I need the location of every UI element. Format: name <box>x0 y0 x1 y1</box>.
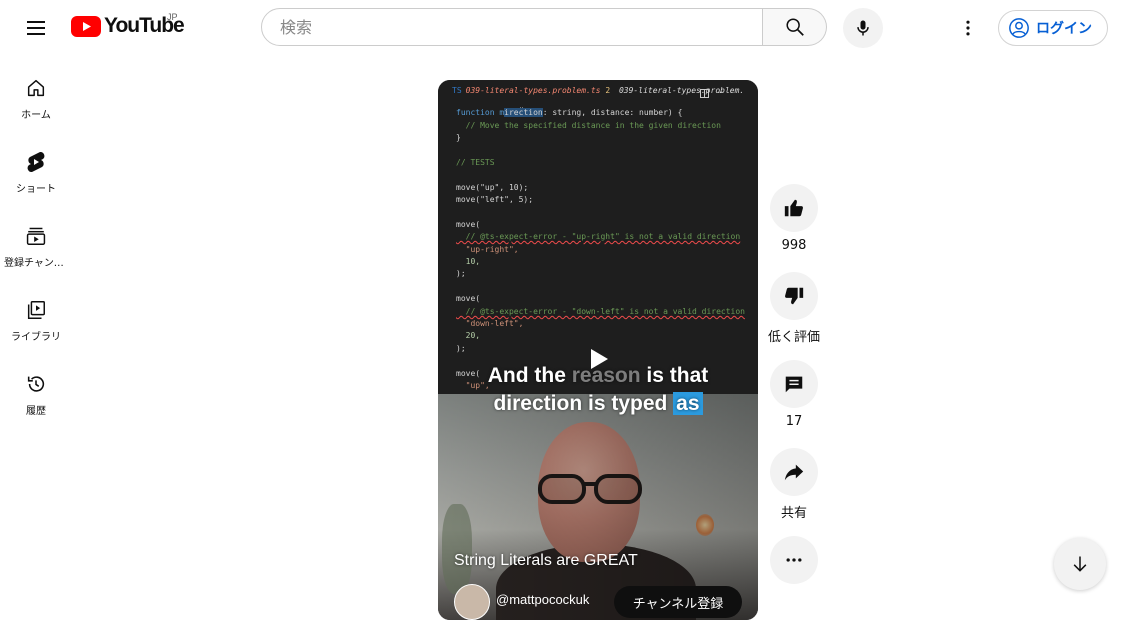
share-button[interactable] <box>770 448 818 496</box>
logo-region-code: JP <box>167 12 178 22</box>
thumbs-up-icon <box>784 199 803 217</box>
voice-search-button[interactable] <box>843 8 883 48</box>
split-editor-icon <box>700 89 709 98</box>
next-video-button[interactable] <box>1054 538 1106 590</box>
like-button[interactable] <box>770 184 818 232</box>
editor-tab-count: 2 <box>605 86 611 95</box>
library-icon <box>27 301 45 319</box>
code-line: move("left", 5); <box>456 195 534 204</box>
short-title[interactable]: String Literals are GREAT <box>454 552 638 570</box>
editor-more-icon: … <box>718 86 723 95</box>
sidebar-item-label: ホーム <box>21 110 51 121</box>
shorts-video-player[interactable]: TS 039-literal-types.problem.ts 2 039-lit… <box>438 80 758 620</box>
typescript-icon: TS <box>452 86 462 95</box>
dislike-action: 低く評価 <box>768 272 821 345</box>
share-label: 共有 <box>780 506 807 521</box>
code-line: function mirection: string, distance: nu… <box>456 108 683 117</box>
dislike-button[interactable] <box>770 272 818 320</box>
microphone-icon <box>857 20 869 36</box>
comment-count: 17 <box>785 414 803 429</box>
shorts-icon <box>27 151 45 173</box>
hamburger-menu-icon <box>27 21 45 35</box>
subscriptions-icon <box>26 227 46 245</box>
home-icon <box>27 79 45 97</box>
code-line: move("up", 10); <box>456 183 529 192</box>
login-button[interactable]: ログイン <box>998 10 1108 46</box>
comment-action: 17 <box>770 360 818 429</box>
horizontal-dots-icon <box>786 558 802 562</box>
video-caption: And the reason is that direction is type… <box>487 364 709 415</box>
editor-tab-bar: TS 039-literal-types.problem.ts 2 039-lit… <box>438 86 758 100</box>
share-action: 共有 <box>770 448 818 521</box>
code-line: ); <box>456 269 466 278</box>
masthead: YouTube JP ログイン <box>0 0 1124 56</box>
share-arrow-icon <box>784 464 804 481</box>
code-line: move( <box>456 294 481 303</box>
account-circle-icon <box>1009 18 1029 38</box>
sidebar-item-label: ライブラリ <box>11 332 61 343</box>
code-line: ); <box>456 344 466 353</box>
channel-avatar[interactable] <box>454 584 490 620</box>
sidebar-item-subscriptions[interactable]: 登録チャンネル <box>4 204 68 274</box>
vertical-dots-icon <box>966 20 970 36</box>
code-line: "down-left", <box>456 319 524 328</box>
guide-menu-button[interactable] <box>16 8 56 48</box>
search-button[interactable] <box>763 8 827 46</box>
code-line: "up-right", <box>456 245 519 254</box>
sidebar-item-label: ショート <box>16 184 56 195</box>
more-actions-button[interactable] <box>770 536 818 584</box>
code-line: // @ts-expect-error - "down-left" is not… <box>456 307 745 316</box>
comment-icon <box>785 376 803 393</box>
code-line: 10, <box>456 257 481 266</box>
code-line: // Move the specified distance in the gi… <box>456 121 721 130</box>
arrow-down-icon <box>1073 556 1087 572</box>
more-action <box>770 536 818 584</box>
comments-button[interactable] <box>770 360 818 408</box>
dislike-label: 低く評価 <box>768 330 821 345</box>
editor-tab-active: 039-literal-types.problem.ts <box>465 86 601 95</box>
search-box[interactable] <box>261 8 763 46</box>
sidebar-item-shorts[interactable]: ショート <box>4 130 68 200</box>
sidebar-item-label: 登録チャンネル <box>4 258 68 269</box>
editor-tab-second: 039-literal-types.problem. <box>618 86 745 95</box>
subscribe-button[interactable]: チャンネル登録 <box>614 586 742 618</box>
code-line: // TESTS <box>456 158 495 167</box>
sidebar-item-library[interactable]: ライブラリ <box>4 278 68 348</box>
like-action: 998 <box>770 184 818 253</box>
search-icon <box>785 18 804 36</box>
video-code-frame: TS 039-literal-types.problem.ts 2 039-lit… <box>438 80 758 394</box>
code-line: 20, <box>456 331 481 340</box>
code-line: // @ts-expect-error - "up-right" is not … <box>456 232 741 241</box>
code-line: } <box>456 133 461 142</box>
thumbs-down-icon <box>785 287 804 305</box>
code-line: move( <box>456 220 481 229</box>
like-count: 998 <box>781 238 807 253</box>
youtube-play-logo-icon <box>71 15 101 37</box>
settings-more-button[interactable] <box>948 8 988 48</box>
login-label: ログイン <box>1036 21 1092 37</box>
search-input[interactable] <box>278 16 742 38</box>
sidebar-item-label: 履歴 <box>26 406 46 417</box>
history-icon <box>27 376 45 392</box>
sidebar-item-history[interactable]: 履歴 <box>4 352 68 422</box>
sidebar-item-home[interactable]: ホーム <box>4 56 68 126</box>
